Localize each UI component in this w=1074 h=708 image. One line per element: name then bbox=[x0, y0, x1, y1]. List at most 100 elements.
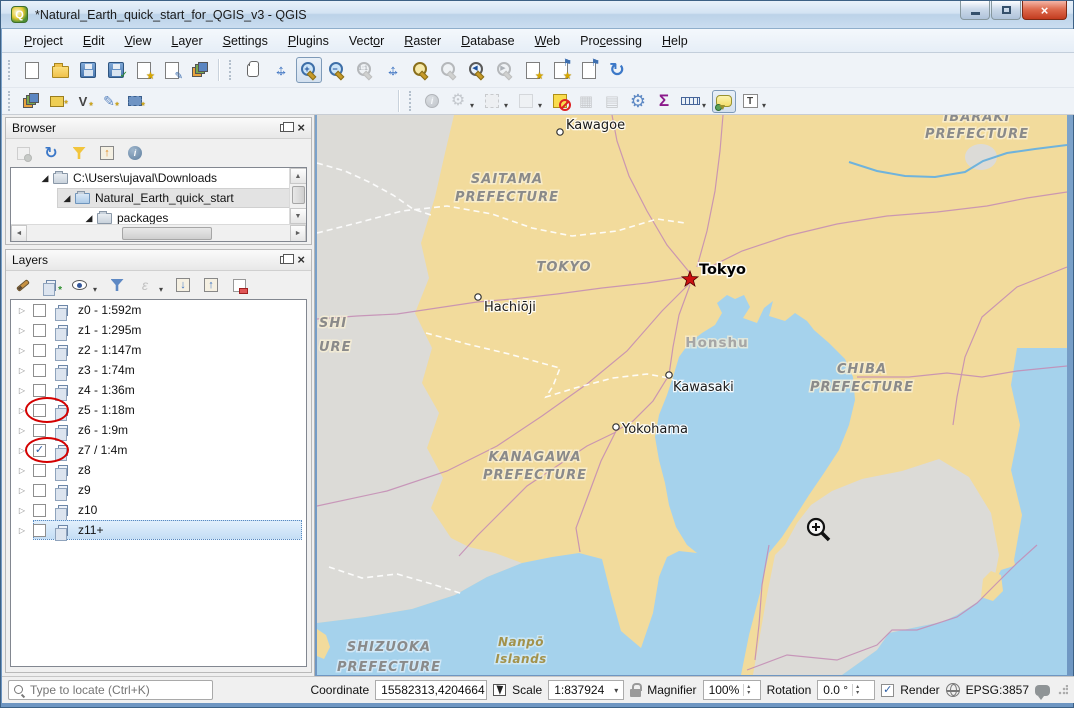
layer-row-z9[interactable]: ▷z9 bbox=[11, 480, 306, 500]
layer-row-z6[interactable]: ▷z6 - 1:9m bbox=[11, 420, 306, 440]
minimize-button[interactable] bbox=[960, 1, 990, 20]
layer-row-z4[interactable]: ▷z4 - 1:36m bbox=[11, 380, 306, 400]
filter-legend-button[interactable] bbox=[105, 274, 129, 296]
measure-dropdown-icon[interactable]: ▾ bbox=[702, 101, 710, 110]
scrollbar-thumb[interactable] bbox=[292, 186, 305, 204]
style-manager-button[interactable] bbox=[187, 57, 213, 83]
menu-item-processing[interactable]: Processing bbox=[570, 31, 652, 51]
float-panel-icon[interactable] bbox=[280, 256, 289, 264]
map-canvas[interactable]: SAITAMA PREFECTURE TOKYO CHIBA PREFECTUR… bbox=[317, 115, 1067, 675]
scroll-right-icon[interactable]: ► bbox=[290, 225, 306, 242]
layer-checkbox[interactable] bbox=[33, 424, 46, 437]
identify-features-button[interactable]: i bbox=[420, 90, 444, 113]
save-project-as-button[interactable]: ✓ bbox=[103, 57, 129, 83]
collapse-all-button[interactable]: ↑ bbox=[199, 274, 223, 296]
close-panel-icon[interactable]: × bbox=[297, 254, 305, 266]
new-project-button[interactable] bbox=[19, 57, 45, 83]
resize-grip[interactable] bbox=[1058, 685, 1068, 695]
layer-checkbox[interactable] bbox=[33, 384, 46, 397]
spin-down-icon[interactable]: ▾ bbox=[747, 690, 750, 696]
expander-icon[interactable]: ▷ bbox=[15, 366, 29, 375]
zoom-full-button[interactable]: ↔↕ bbox=[380, 57, 406, 83]
scroll-up-icon[interactable]: ▲ bbox=[290, 168, 307, 184]
new-bookmark-button[interactable]: ★ bbox=[520, 57, 546, 83]
bookmark-manager-button[interactable]: ⚑ bbox=[576, 57, 602, 83]
menu-item-help[interactable]: Help bbox=[652, 31, 698, 51]
browser-properties-button[interactable]: i bbox=[123, 142, 147, 164]
statistical-summary-button[interactable]: ▤ bbox=[600, 90, 624, 113]
layer-row-z7[interactable]: ▷✓z7 / 1:4m bbox=[11, 440, 306, 460]
show-layout-manager-button[interactable]: ✎ bbox=[159, 57, 185, 83]
expander-icon[interactable]: ▷ bbox=[15, 306, 29, 315]
lock-scale-icon[interactable] bbox=[630, 689, 641, 697]
layers-panel-titlebar[interactable]: Layers × bbox=[6, 250, 311, 271]
layer-checkbox[interactable] bbox=[33, 484, 46, 497]
expander-icon[interactable]: ▷ bbox=[15, 526, 29, 535]
magnifier-spinbox[interactable]: 100%▴▾ bbox=[703, 680, 761, 700]
scale-combo[interactable]: 1:837924▾ bbox=[548, 680, 624, 700]
menu-item-database[interactable]: Database bbox=[451, 31, 525, 51]
locator-input[interactable] bbox=[30, 683, 200, 697]
layer-checkbox[interactable] bbox=[33, 344, 46, 357]
browser-filter-button[interactable] bbox=[67, 142, 91, 164]
toolbar-grip[interactable] bbox=[8, 91, 13, 111]
add-group-button[interactable]: * bbox=[39, 274, 63, 296]
layer-checkbox[interactable]: ✓ bbox=[33, 444, 46, 457]
deselect-dropdown-icon[interactable]: ▾ bbox=[538, 101, 546, 110]
zoom-out-button[interactable]: − bbox=[324, 57, 350, 83]
layer-row-z2[interactable]: ▷z2 - 1:147m bbox=[11, 340, 306, 360]
maximize-button[interactable] bbox=[991, 1, 1021, 20]
menu-item-plugins[interactable]: Plugins bbox=[278, 31, 339, 51]
layer-row-z8[interactable]: ▷z8 bbox=[11, 460, 306, 480]
remove-layer-button[interactable] bbox=[227, 274, 251, 296]
action-dropdown-icon[interactable]: ▾ bbox=[470, 101, 478, 110]
browser-vertical-scrollbar[interactable]: ▲ ▼ bbox=[289, 168, 306, 224]
title-bar[interactable]: Q *Natural_Earth_quick_start_for_QGIS_v3… bbox=[1, 1, 1073, 29]
new-print-layout-button[interactable]: ★ bbox=[131, 57, 157, 83]
layer-row-z0[interactable]: ▷z0 - 1:592m bbox=[11, 300, 306, 320]
pan-to-selection-button[interactable]: ↔↕ bbox=[268, 57, 294, 83]
rotation-spinbox[interactable]: 0.0 °▴▾ bbox=[817, 680, 875, 700]
expander-icon[interactable]: ▷ bbox=[15, 486, 29, 495]
scroll-down-icon[interactable]: ▼ bbox=[290, 208, 307, 224]
messages-icon[interactable] bbox=[1035, 685, 1050, 696]
new-spatialite-layer-button[interactable]: ✎* bbox=[97, 90, 121, 113]
spin-down-icon[interactable]: ▾ bbox=[856, 690, 859, 696]
new-geopackage-layer-button[interactable]: * bbox=[45, 90, 69, 113]
expression-dropdown-icon[interactable]: ▾ bbox=[159, 285, 167, 294]
pan-map-button[interactable] bbox=[240, 57, 266, 83]
tree-item-downloads[interactable]: ◢ C:\Users\ujaval\Downloads bbox=[11, 168, 306, 188]
menu-item-project[interactable]: Project bbox=[14, 31, 73, 51]
layer-checkbox[interactable] bbox=[33, 324, 46, 337]
open-project-button[interactable] bbox=[47, 57, 73, 83]
save-project-button[interactable] bbox=[75, 57, 101, 83]
layer-checkbox[interactable] bbox=[33, 504, 46, 517]
expander-icon[interactable]: ◢ bbox=[39, 173, 51, 184]
new-shapefile-layer-button[interactable]: V* bbox=[71, 90, 95, 113]
locator-search[interactable] bbox=[8, 680, 213, 700]
scroll-left-icon[interactable]: ◄ bbox=[11, 225, 27, 242]
annotation-dropdown-icon[interactable]: ▾ bbox=[762, 101, 770, 110]
add-selected-layers-button[interactable] bbox=[11, 142, 35, 164]
processing-toolbox-button[interactable]: ⚙ bbox=[626, 90, 650, 113]
menu-item-layer[interactable]: Layer bbox=[161, 31, 212, 51]
themes-dropdown-icon[interactable]: ▾ bbox=[93, 285, 101, 294]
filter-by-expression-button[interactable]: ε bbox=[133, 274, 157, 296]
layer-row-z1[interactable]: ▷z1 - 1:295m bbox=[11, 320, 306, 340]
coordinate-field[interactable]: 15582313,4204664 bbox=[375, 680, 487, 700]
menu-item-raster[interactable]: Raster bbox=[394, 31, 451, 51]
zoom-in-button[interactable]: + bbox=[296, 57, 322, 83]
expander-icon[interactable]: ▷ bbox=[15, 506, 29, 515]
map-tips-button[interactable] bbox=[712, 90, 736, 113]
globe-crs-icon[interactable] bbox=[946, 683, 960, 697]
crs-indicator[interactable]: EPSG:3857 bbox=[966, 683, 1029, 697]
browser-panel-titlebar[interactable]: Browser × bbox=[6, 118, 311, 139]
zoom-to-selection-button[interactable] bbox=[408, 57, 434, 83]
zoom-to-layer-button[interactable] bbox=[436, 57, 462, 83]
menu-item-view[interactable]: View bbox=[114, 31, 161, 51]
browser-refresh-button[interactable]: ↻ bbox=[39, 142, 63, 164]
toolbar-grip[interactable] bbox=[229, 60, 234, 80]
toolbar-grip[interactable] bbox=[409, 91, 414, 111]
expander-icon[interactable]: ▷ bbox=[15, 446, 29, 455]
scrollbar-thumb[interactable] bbox=[122, 227, 212, 240]
